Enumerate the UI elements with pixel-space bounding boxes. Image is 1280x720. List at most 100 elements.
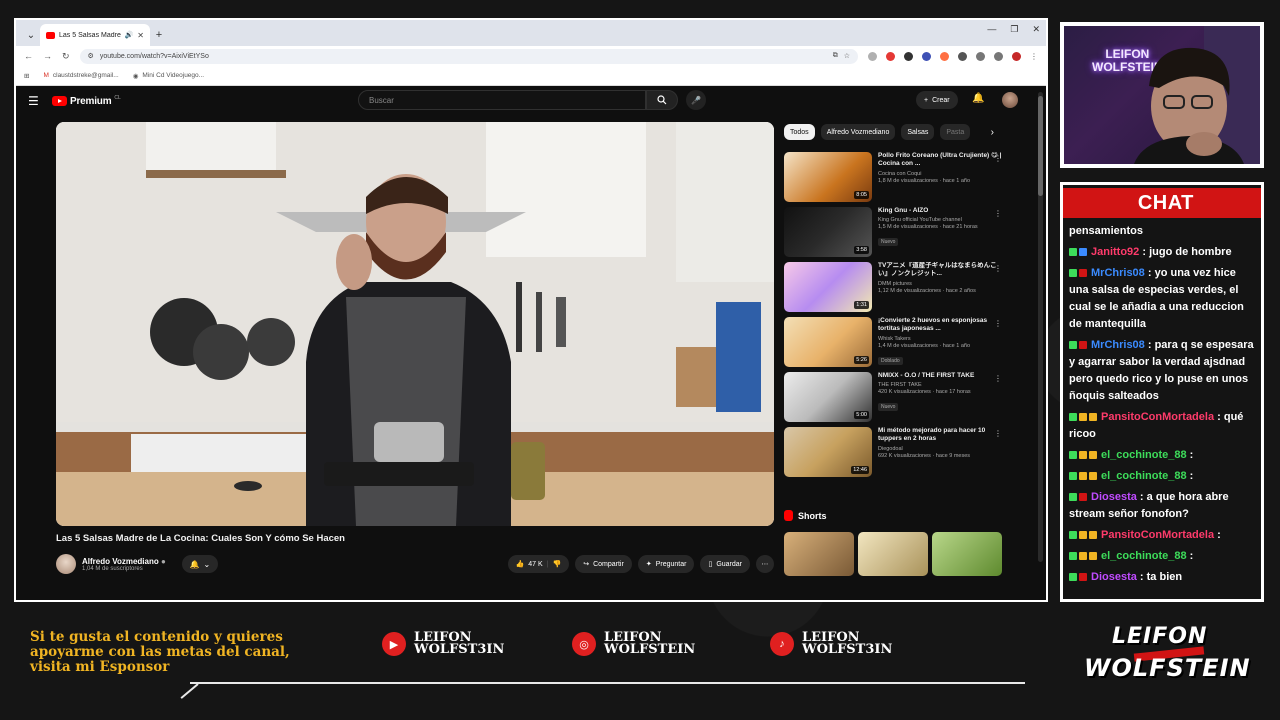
reco-channel[interactable]: King Gnu official YouTube channel	[878, 217, 1002, 223]
list-item[interactable]: 3:58 King Gnu - AIZO King Gnu official Y…	[784, 207, 1002, 262]
forward-icon[interactable]: →	[43, 51, 52, 61]
chat-username[interactable]: el_cochinote_88	[1101, 470, 1187, 482]
short-thumbnail[interactable]	[784, 532, 854, 576]
short-thumbnail[interactable]	[932, 532, 1002, 576]
hamburger-menu-icon[interactable]: ☰	[28, 94, 48, 108]
video-thumbnail[interactable]: 3:58	[784, 207, 872, 257]
extension-icon[interactable]	[958, 51, 967, 61]
create-button[interactable]: + Crear	[916, 91, 958, 109]
reco-channel[interactable]: DMM pictures	[878, 281, 1002, 287]
list-item[interactable]: 1:31 TVアニメ『道産子ギャルはなまらめんこい』ノンクレジット... DMM…	[784, 262, 1002, 317]
back-icon[interactable]: ←	[24, 51, 33, 61]
tab-search-icon[interactable]: ⌄	[22, 24, 40, 46]
chip-salsas[interactable]: Salsas	[901, 124, 935, 140]
list-item[interactable]: 12:46 Mi método mejorado para hacer 10 t…	[784, 427, 1002, 482]
scrollbar-thumb[interactable]	[1038, 96, 1043, 196]
channel-avatar[interactable]	[56, 554, 76, 574]
chat-username[interactable]: MrChris08	[1091, 339, 1145, 351]
like-button[interactable]: 👍 47 K | 👎	[507, 555, 570, 573]
share-button[interactable]: ↪ Compartir	[575, 555, 632, 573]
search-input[interactable]: Buscar	[358, 90, 646, 110]
reco-title[interactable]: Mi método mejorado para hacer 10 tuppers…	[878, 427, 1002, 444]
extension-icon[interactable]	[922, 51, 931, 61]
reload-icon[interactable]: ↻	[62, 51, 70, 62]
duration-badge: 5:26	[854, 356, 869, 364]
chip-channel[interactable]: Alfredo Vozmediano	[820, 124, 896, 140]
install-icon[interactable]: ⧉	[833, 52, 838, 60]
apps-icon[interactable]: ⊞	[24, 72, 29, 80]
reco-channel[interactable]: Diegodoal	[878, 446, 1002, 452]
menu-icon[interactable]: ⋮	[1030, 52, 1038, 61]
chat-username[interactable]: Janitto92	[1091, 246, 1139, 258]
extension-icon[interactable]	[904, 51, 913, 61]
profile-icon[interactable]	[1012, 51, 1021, 61]
chat-username[interactable]: PansitoConMortadela	[1101, 411, 1214, 423]
chip-pasta[interactable]: Pasta	[940, 124, 971, 140]
video-thumbnail[interactable]: 12:46	[784, 427, 872, 477]
reco-title[interactable]: King Gnu - AIZO	[878, 207, 1002, 215]
chat-username[interactable]: MrChris08	[1091, 267, 1145, 279]
chat-username[interactable]: Diosesta	[1091, 491, 1137, 503]
short-thumbnail[interactable]	[858, 532, 928, 576]
video-thumbnail[interactable]: 1:31	[784, 262, 872, 312]
sidebar-icon[interactable]	[994, 51, 1003, 61]
page-scrollbar[interactable]	[1038, 92, 1043, 562]
notifications-bell-icon[interactable]: 🔔	[972, 93, 984, 104]
save-button[interactable]: ▯ Guardar	[700, 555, 750, 573]
video-actions: 👍 47 K | 👎 ↪ Compartir ✦ Preguntar ▯ Guardar ⋯	[507, 555, 774, 573]
new-tab-button[interactable]: +	[150, 24, 168, 46]
channel-name[interactable]: Alfredo Vozmediano ●	[82, 557, 166, 566]
minimize-icon[interactable]: —	[987, 24, 996, 35]
video-player[interactable]	[56, 122, 774, 526]
user-avatar[interactable]	[1002, 92, 1018, 108]
audio-icon[interactable]: 🔊	[125, 31, 134, 39]
video-thumbnail[interactable]: 5:00	[784, 372, 872, 422]
video-thumbnail[interactable]: 8:05	[784, 152, 872, 202]
thumbs-down-icon[interactable]: 👎	[553, 560, 562, 568]
tab-active[interactable]: Las 5 Salsas Madre de La Coc 🔊 ✕	[40, 24, 150, 46]
reco-title[interactable]: Pollo Frito Coreano (Ultra Crujiente) 😋 …	[878, 152, 1002, 169]
reco-title[interactable]: ¡Convierte 2 huevos en esponjosas tortit…	[878, 317, 1002, 334]
puzzle-icon[interactable]	[976, 51, 985, 61]
video-thumbnail[interactable]: 5:26	[784, 317, 872, 367]
more-vert-icon[interactable]: ⋮	[994, 209, 1002, 218]
more-actions-button[interactable]: ⋯	[756, 555, 774, 573]
share-icon: ↪	[583, 561, 590, 568]
extension-icon[interactable]	[868, 51, 877, 61]
bookmark-star-icon[interactable]: ☆	[844, 52, 850, 60]
list-item[interactable]: 8:05 Pollo Frito Coreano (Ultra Crujient…	[784, 152, 1002, 207]
list-item[interactable]: 5:00 NMIXX - O.O / THE FIRST TAKE THE FI…	[784, 372, 1002, 427]
chip-all[interactable]: Todos	[784, 124, 815, 140]
site-info-icon[interactable]: ⚙	[88, 52, 94, 60]
close-window-icon[interactable]: ✕	[1032, 24, 1040, 35]
more-vert-icon[interactable]: ⋮	[994, 429, 1002, 438]
more-vert-icon[interactable]: ⋮	[994, 264, 1002, 273]
more-vert-icon[interactable]: ⋮	[994, 154, 1002, 163]
search-button[interactable]	[646, 90, 678, 110]
metamask-icon[interactable]	[940, 51, 949, 61]
subscription-bell-button[interactable]: 🔔 ⌄	[181, 555, 218, 573]
chat-username[interactable]: PansitoConMortadela	[1101, 529, 1214, 541]
reco-channel[interactable]: Whisk Takers	[878, 336, 1002, 342]
url-text: youtube.com/watch?v=AixiViEtYSo	[99, 52, 209, 60]
youtube-logo[interactable]: Premium CL	[52, 95, 121, 107]
chat-username[interactable]: Diosesta	[1091, 571, 1137, 583]
reco-title[interactable]: TVアニメ『道産子ギャルはなまらめんこい』ノンクレジット...	[878, 262, 1002, 279]
list-item[interactable]: 5:26 ¡Convierte 2 huevos en esponjosas t…	[784, 317, 1002, 372]
chat-username[interactable]: el_cochinote_88	[1101, 550, 1187, 562]
more-vert-icon[interactable]: ⋮	[994, 319, 1002, 328]
chevron-right-icon[interactable]: ›	[991, 127, 994, 138]
more-vert-icon[interactable]: ⋮	[994, 374, 1002, 383]
close-tab-icon[interactable]: ✕	[137, 31, 144, 40]
reco-title[interactable]: NMIXX - O.O / THE FIRST TAKE	[878, 372, 1002, 380]
url-input[interactable]: ⚙ youtube.com/watch?v=AixiViEtYSo ⧉ ☆	[79, 48, 858, 64]
restore-icon[interactable]: ❐	[1010, 24, 1018, 35]
bookmark-gmail[interactable]: Mclaustdstreke@gmail...	[43, 72, 118, 79]
ask-button[interactable]: ✦ Preguntar	[637, 555, 695, 573]
adblock-icon[interactable]	[886, 51, 895, 61]
reco-channel[interactable]: THE FIRST TAKE	[878, 382, 1002, 388]
reco-channel[interactable]: Cocina con Coqui	[878, 171, 1002, 177]
voice-search-button[interactable]: 🎤	[686, 90, 706, 110]
bookmark-mini-cd[interactable]: ◉ Mini Cd Videojuego...	[133, 72, 204, 80]
chat-username[interactable]: el_cochinote_88	[1101, 449, 1187, 461]
